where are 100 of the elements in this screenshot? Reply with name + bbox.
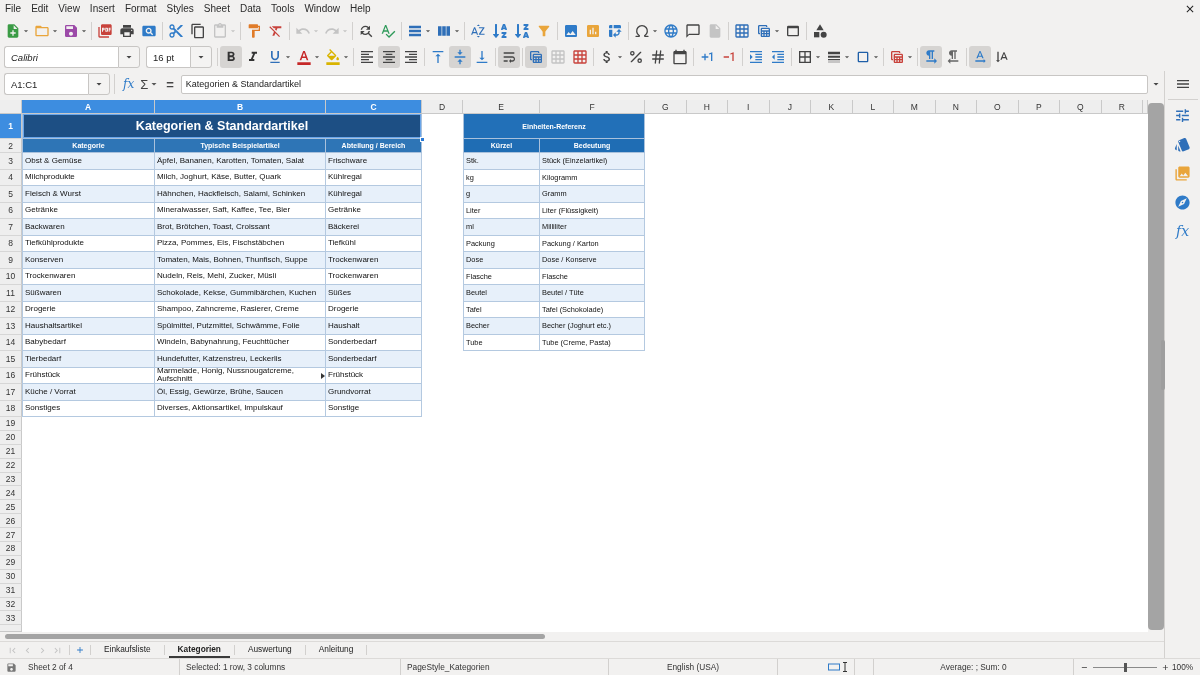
row-header[interactable]: 25 [0, 500, 22, 515]
column-header[interactable]: H [686, 100, 728, 114]
row-header[interactable]: 3 [0, 153, 22, 170]
menu-item[interactable]: Sheet [198, 0, 235, 18]
table-cell: Sonderbedarf [326, 351, 422, 368]
table-cell: Tierbedarf [22, 351, 155, 368]
table-cell: Öl, Essig, Gewürze, Brühe, Saucen [155, 384, 326, 401]
row-header[interactable]: 17 [0, 384, 22, 401]
paint-roller-icon [246, 22, 262, 39]
table-cell: Konserven [22, 252, 155, 269]
scissors-icon [168, 22, 184, 39]
selection-summary: Average: ; Sum: 0 [940, 662, 1007, 672]
borders-icon [797, 49, 813, 65]
row-header[interactable]: 15 [0, 351, 22, 368]
sidebar-tab[interactable]: fx [1170, 219, 1195, 243]
ltr-button[interactable] [920, 46, 942, 68]
speech-bubble-icon [685, 22, 701, 39]
sidebar-handle[interactable] [1161, 340, 1165, 390]
sum-button[interactable]: Σ [138, 74, 163, 94]
align-middle-button[interactable] [449, 46, 471, 68]
align-center-icon [381, 49, 397, 65]
row-header[interactable]: 5 [0, 186, 22, 203]
align-center-button[interactable] [378, 46, 400, 68]
column-header[interactable]: R [1101, 100, 1143, 114]
slider-thumb[interactable] [1124, 662, 1127, 672]
bold-button[interactable] [220, 46, 242, 68]
menu-item[interactable]: Insert [84, 0, 120, 18]
table-cell: Haushaltsartikel [22, 318, 155, 335]
name-box[interactable]: A1:C1 [4, 73, 88, 95]
sheet-tab[interactable]: Kategorien [168, 642, 230, 658]
wrap-button[interactable] [498, 46, 520, 68]
table-icon [889, 49, 905, 65]
table-cell: Spülmittel, Putzmittel, Schwämme, Folie [155, 318, 326, 335]
row-header[interactable]: 7 [0, 219, 22, 236]
sheet-position: Sheet 2 of 4 [28, 662, 73, 672]
close-icon [1184, 3, 1196, 15]
selection-mode-icon[interactable] [828, 662, 848, 672]
zoom-in-icon[interactable] [1161, 662, 1170, 672]
row-header[interactable]: 11 [0, 285, 22, 302]
row-header[interactable]: 26 [0, 514, 22, 529]
column-header[interactable]: F [540, 100, 645, 114]
menu-item[interactable]: Data [234, 0, 267, 18]
zoom-level[interactable]: 100% [1172, 662, 1194, 672]
menu-item[interactable]: View [53, 0, 85, 18]
sort-icon [470, 22, 486, 39]
calendar-icon [672, 49, 688, 65]
globe-icon [663, 22, 679, 39]
column-header[interactable]: M [894, 100, 936, 114]
scroll-thumb[interactable] [5, 634, 545, 639]
image-icon [563, 22, 579, 39]
row-header[interactable]: 24 [0, 486, 22, 501]
sheet-tab[interactable]: Einkaufsliste [95, 642, 160, 658]
clipboard-icon [212, 22, 228, 39]
menu-item[interactable]: File [0, 0, 27, 18]
column-header[interactable]: E [463, 100, 540, 114]
indent-icon [748, 49, 764, 65]
column-header[interactable]: Q [1060, 100, 1102, 114]
row-header[interactable]: 13 [0, 318, 22, 335]
underline-icon [267, 49, 283, 65]
menu-item[interactable]: Window [299, 0, 345, 18]
menu-item[interactable]: Edit [26, 0, 54, 18]
table-cell: Obst & Gemüse [22, 153, 155, 170]
menu-item[interactable]: Tools [266, 0, 300, 18]
row-header[interactable]: 28 [0, 542, 22, 556]
formula-input[interactable]: Kategorien & Standardartikel [180, 74, 1148, 94]
row-header[interactable]: 19 [0, 417, 22, 431]
row-header[interactable]: 2 [0, 139, 22, 153]
table-cell: Hähnchen, Hackfleisch, Salami, Schinken [155, 186, 326, 203]
merge-center-button[interactable] [525, 46, 547, 68]
align-left-icon [359, 49, 375, 65]
column-header[interactable]: I [728, 100, 770, 114]
font-size-field[interactable]: 16 pt [146, 46, 190, 68]
table-cell: Süßwaren [22, 285, 155, 302]
column-header[interactable]: O [977, 100, 1019, 114]
column-header[interactable]: G [645, 100, 687, 114]
row-header[interactable]: 33 [0, 611, 22, 626]
formula-button[interactable]: = [162, 74, 178, 94]
column-header[interactable]: L [852, 100, 894, 114]
align-right-icon [403, 49, 419, 65]
text-ltr-button[interactable] [969, 46, 991, 68]
column-header[interactable]: J [769, 100, 811, 114]
function-wizard-button[interactable]: fx [119, 74, 139, 94]
sheet-tab[interactable]: Auswertung [238, 642, 301, 658]
column-header[interactable]: D [422, 100, 463, 114]
menu-item[interactable]: Styles [161, 0, 199, 18]
table-cell: Backwaren [22, 219, 155, 236]
table-cell: Bäckerei [326, 219, 422, 236]
column-header[interactable]: N [935, 100, 977, 114]
fill-handle[interactable] [420, 137, 425, 142]
pivot-table-icon [607, 22, 623, 39]
menu-item[interactable]: Help [345, 0, 376, 18]
row-header[interactable]: 27 [0, 528, 22, 542]
text-direction-icon [972, 49, 988, 65]
row-header[interactable]: 9 [0, 252, 22, 269]
sheet-tab[interactable]: Anleitung [309, 642, 363, 658]
table-cell: Kühlregal [326, 186, 422, 203]
font-name-field[interactable]: Calibri [4, 46, 118, 68]
column-header[interactable]: P [1018, 100, 1060, 114]
column-header[interactable]: K [811, 100, 853, 114]
menu-item[interactable]: Format [119, 0, 162, 18]
